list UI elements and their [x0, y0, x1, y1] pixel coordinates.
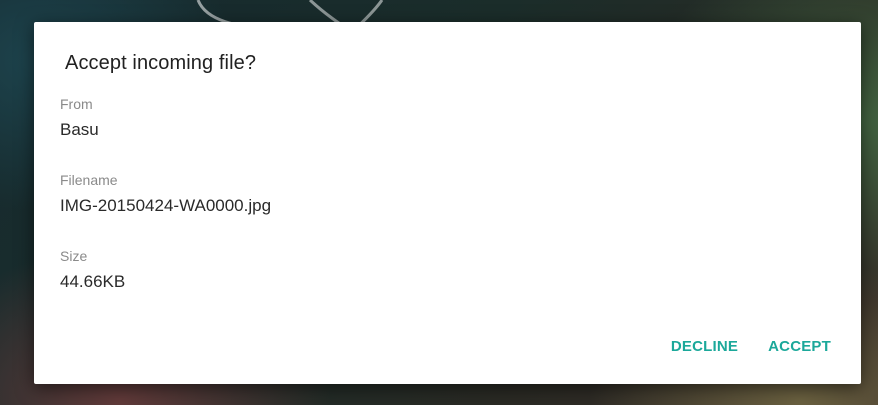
decline-button[interactable]: DECLINE — [671, 338, 738, 355]
accept-button[interactable]: ACCEPT — [768, 338, 831, 355]
from-value: Basu — [60, 120, 99, 139]
filename-value: IMG-20150424-WA0000.jpg — [60, 196, 272, 215]
size-field: Size 44.66KB — [60, 248, 125, 293]
size-value: 44.66KB — [60, 272, 126, 291]
filename-label: Filename — [60, 172, 118, 188]
dialog-title: Accept incoming file? — [65, 52, 257, 74]
incoming-file-dialog: Accept incoming file? From Basu Filename… — [34, 22, 861, 384]
size-label: Size — [60, 248, 88, 264]
from-label: From — [60, 96, 93, 112]
from-field: From Basu — [60, 96, 99, 141]
filename-field: Filename IMG-20150424-WA0000.jpg — [60, 172, 271, 217]
dialog-actions: DECLINE ACCEPT — [671, 338, 831, 355]
